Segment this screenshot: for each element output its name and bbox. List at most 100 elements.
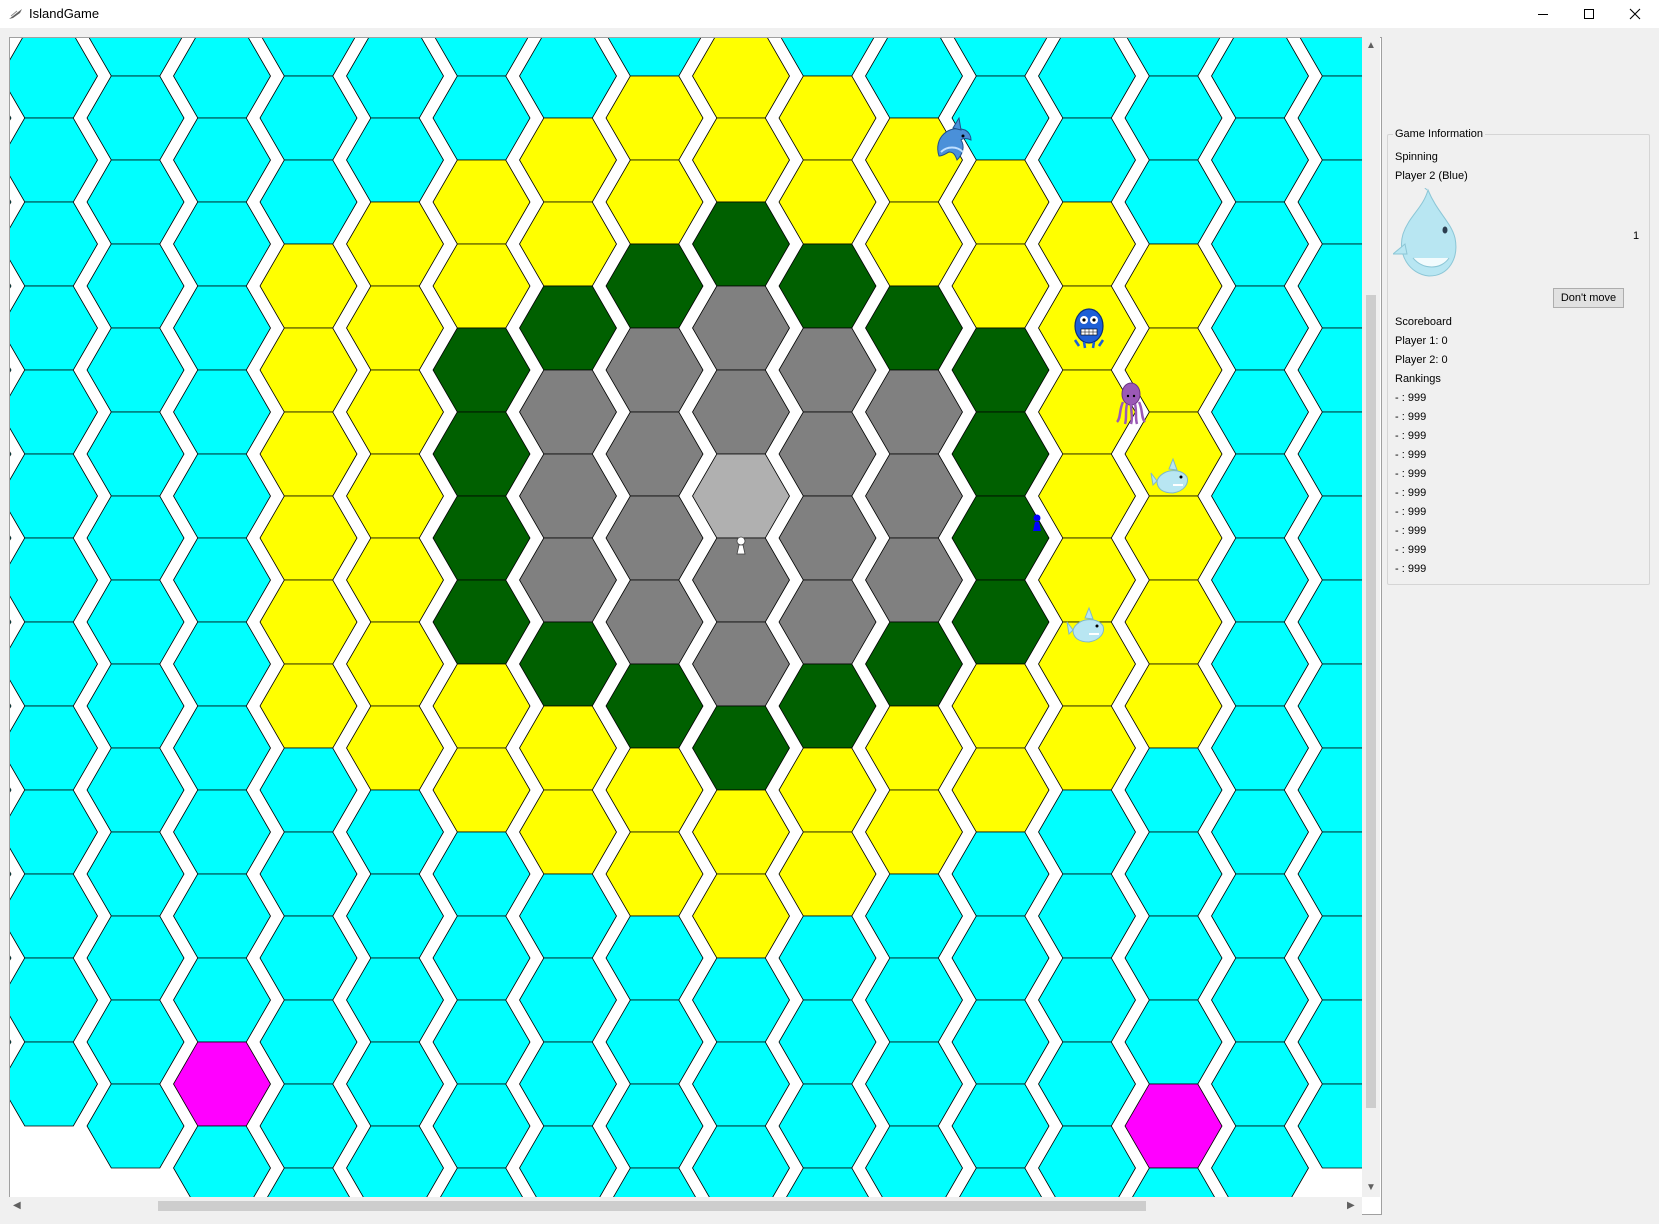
scroll-up-icon[interactable]: ▲ — [1366, 41, 1376, 51]
hex-tile[interactable] — [173, 621, 271, 707]
hex-tile[interactable] — [519, 453, 617, 539]
hex-tile[interactable] — [1297, 411, 1363, 497]
hex-tile[interactable] — [86, 831, 185, 917]
hex-tile[interactable] — [519, 201, 617, 287]
hex-tile[interactable] — [951, 915, 1050, 1001]
hex-tile[interactable] — [865, 537, 963, 623]
hex-tile[interactable] — [519, 1041, 617, 1127]
hex-tile[interactable] — [86, 1083, 185, 1169]
hex-tile[interactable] — [1297, 75, 1363, 161]
hex-tile[interactable] — [1211, 285, 1309, 371]
hex-tile[interactable] — [432, 75, 531, 161]
hex-tile[interactable] — [865, 789, 963, 875]
hex-tile[interactable] — [865, 957, 963, 1043]
hex-tile[interactable] — [432, 159, 531, 245]
hex-tile[interactable] — [1297, 663, 1363, 749]
hex-tile[interactable] — [87, 38, 184, 77]
hex-tile[interactable] — [86, 495, 185, 581]
hex-tile[interactable] — [10, 957, 98, 1043]
hex-tile[interactable] — [432, 747, 531, 833]
hex-tile[interactable] — [1038, 1125, 1136, 1198]
hex-tile[interactable] — [605, 411, 704, 497]
hex-tile[interactable] — [1297, 915, 1363, 1001]
hex-tile[interactable] — [692, 117, 790, 203]
hex-tile[interactable] — [1038, 705, 1136, 791]
hex-tile[interactable] — [260, 1167, 357, 1198]
hex-tile[interactable] — [519, 789, 617, 875]
hex-tile[interactable] — [519, 369, 617, 455]
hex-tile[interactable] — [1125, 1167, 1222, 1198]
hex-tile[interactable] — [1124, 1083, 1223, 1169]
hex-tile[interactable] — [519, 957, 617, 1043]
horizontal-scroll-thumb[interactable] — [158, 1201, 1146, 1211]
hex-tile[interactable] — [865, 369, 963, 455]
hex-tile[interactable] — [10, 705, 98, 791]
hex-tile[interactable] — [1297, 579, 1363, 665]
hex-tile[interactable] — [1124, 159, 1223, 245]
hex-tile[interactable] — [951, 75, 1050, 161]
hex-tile[interactable] — [173, 1125, 271, 1198]
hex-tile[interactable] — [173, 873, 271, 959]
hex-tile[interactable] — [606, 1167, 703, 1198]
hex-tile[interactable] — [346, 201, 444, 287]
hex-tile[interactable] — [1297, 1083, 1363, 1169]
hex-tile[interactable] — [778, 327, 877, 413]
hex-tile[interactable] — [1038, 38, 1136, 119]
vertical-scroll-thumb[interactable] — [1366, 295, 1376, 1108]
hex-tile[interactable] — [10, 453, 98, 539]
hex-tile[interactable] — [10, 537, 98, 623]
hex-tile[interactable] — [951, 327, 1050, 413]
close-button[interactable] — [1612, 0, 1658, 28]
hex-tile[interactable] — [519, 1125, 617, 1198]
hex-tile[interactable] — [86, 243, 185, 329]
hex-tile[interactable] — [346, 1041, 444, 1127]
hex-tile[interactable] — [1124, 831, 1223, 917]
hex-tile[interactable] — [1297, 327, 1363, 413]
hex-tile[interactable] — [952, 38, 1049, 77]
dont-move-button[interactable]: Don't move — [1553, 288, 1624, 308]
horizontal-scrollbar[interactable]: ◀ ▶ — [9, 1197, 1362, 1215]
hex-tile[interactable] — [10, 117, 98, 203]
hex-tile[interactable] — [86, 159, 185, 245]
hex-tile[interactable] — [605, 663, 704, 749]
hex-tile[interactable] — [432, 1083, 531, 1169]
hex-tile[interactable] — [10, 621, 98, 707]
hex-tile[interactable] — [86, 915, 185, 1001]
hex-tile[interactable] — [1124, 663, 1223, 749]
hex-tile[interactable] — [519, 117, 617, 203]
hex-tile[interactable] — [865, 621, 963, 707]
hex-tile[interactable] — [1211, 1125, 1309, 1198]
hex-tile[interactable] — [865, 873, 963, 959]
hex-tile[interactable] — [173, 117, 271, 203]
hex-tile[interactable] — [605, 243, 704, 329]
hex-tile[interactable] — [86, 663, 185, 749]
hex-tile[interactable] — [951, 663, 1050, 749]
hex-tile[interactable] — [519, 38, 617, 119]
hex-tile[interactable] — [692, 621, 790, 707]
hex-tile[interactable] — [778, 75, 877, 161]
hex-tile[interactable] — [865, 453, 963, 539]
hex-tile[interactable] — [1211, 873, 1309, 959]
hex-tile[interactable] — [605, 1083, 704, 1169]
hex-tile[interactable] — [605, 495, 704, 581]
hex-tile[interactable] — [519, 873, 617, 959]
hex-tile[interactable] — [1211, 1041, 1309, 1127]
hex-tile[interactable] — [951, 579, 1050, 665]
hex-tile[interactable] — [173, 369, 271, 455]
hex-tile[interactable] — [432, 999, 531, 1085]
hex-tile[interactable] — [432, 831, 531, 917]
scroll-down-icon[interactable]: ▼ — [1366, 1183, 1376, 1193]
hex-tile[interactable] — [1211, 117, 1309, 203]
hex-tile[interactable] — [1297, 243, 1363, 329]
hex-tile[interactable] — [10, 789, 98, 875]
hex-tile[interactable] — [692, 285, 790, 371]
hex-tile[interactable] — [951, 159, 1050, 245]
hex-tile[interactable] — [779, 1167, 876, 1198]
hex-tile[interactable] — [432, 495, 531, 581]
scroll-right-icon[interactable]: ▶ — [1347, 1201, 1355, 1211]
hex-tile[interactable] — [173, 705, 271, 791]
hex-tile[interactable] — [173, 285, 271, 371]
game-board-viewport[interactable] — [9, 37, 1382, 1215]
hex-tile[interactable] — [10, 38, 98, 119]
hex-tile[interactable] — [1038, 957, 1136, 1043]
